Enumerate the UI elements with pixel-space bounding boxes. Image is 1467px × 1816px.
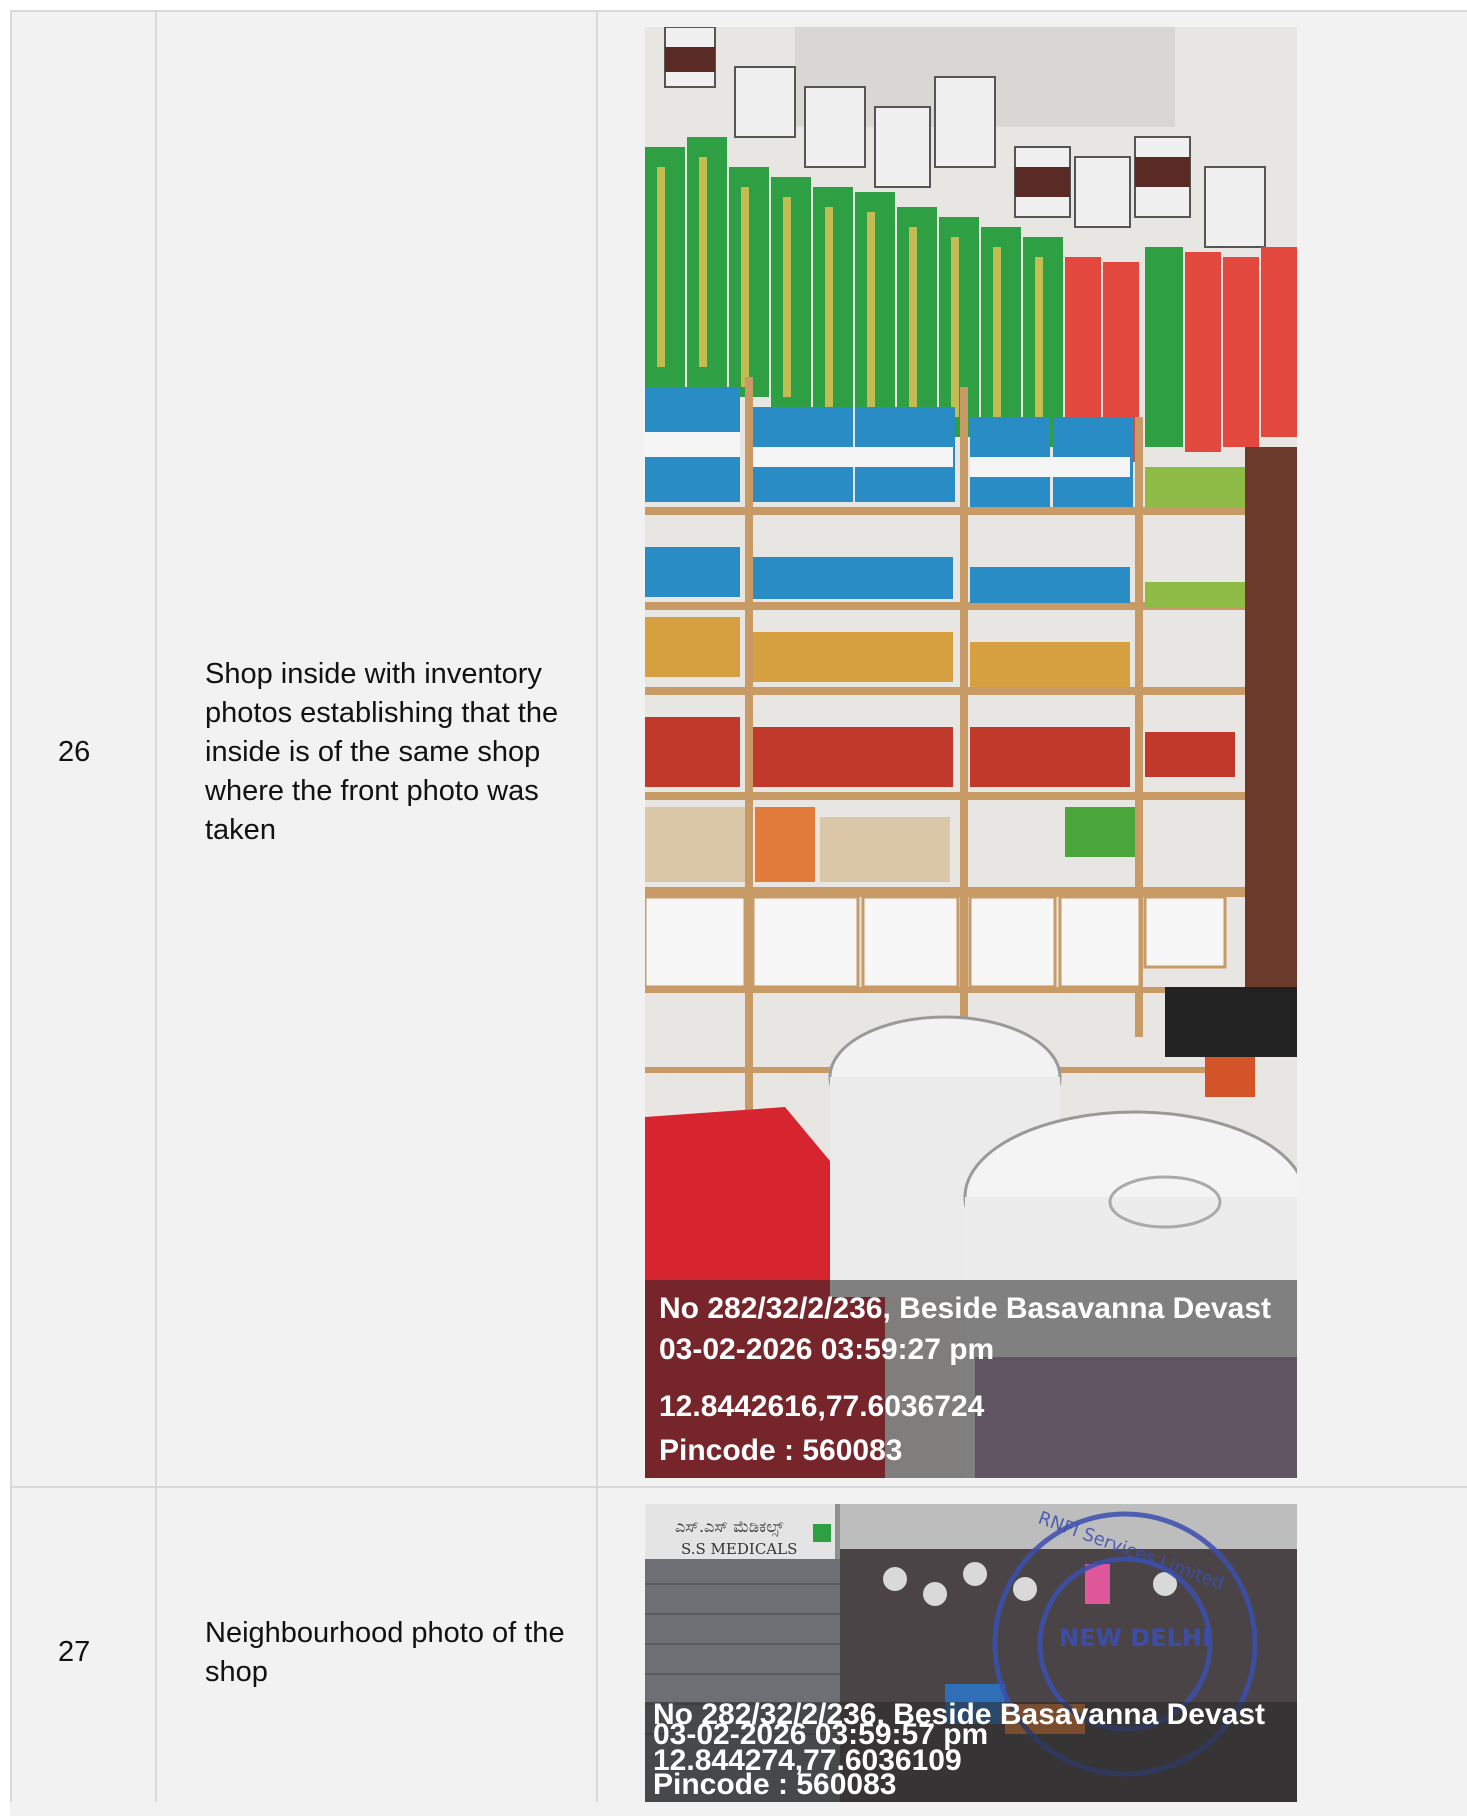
row-number: 27 xyxy=(58,1636,91,1668)
photo-coordinates: 12.8442616,77.6036724 xyxy=(659,1390,985,1423)
stamp-center-text: NEW DELHI xyxy=(1059,1624,1211,1652)
shop-interior-image xyxy=(645,27,1297,1478)
photo-datetime: 03-02-2026 03:59:27 pm xyxy=(659,1333,995,1366)
shop-interior-photo: No 282/32/2/236, Beside Basavanna Devast… xyxy=(645,27,1297,1478)
column-divider xyxy=(155,10,157,1802)
geo-tag-overlay: No 282/32/2/236, Beside Basavanna Devast… xyxy=(645,1280,1297,1478)
row-description: Shop inside with inventory photos establ… xyxy=(205,658,559,846)
photo-pincode: Pincode : 560083 xyxy=(653,1768,897,1801)
column-divider xyxy=(596,10,598,1802)
signboard-text: S.S MEDICALS xyxy=(681,1540,797,1558)
table-border xyxy=(10,10,12,1802)
signboard-kannada-text: ಎಸ್.ಎಸ್ ಮೆಡಿಕಲ್ಸ್ xyxy=(675,1517,784,1537)
photo-pincode: Pincode : 560083 xyxy=(659,1434,903,1467)
row-number: 26 xyxy=(58,736,91,768)
geo-tag-overlay: No 282/32/2/236, Beside Basavanna Devast… xyxy=(645,1702,1297,1802)
neighbourhood-photo: ಎಸ್.ಎಸ್ ಮೆಡಿಕಲ್ಸ್ S.S MEDICALS NEW DELHI… xyxy=(645,1504,1297,1802)
row-description: Neighbourhood photo of the shop xyxy=(205,1617,565,1688)
evidence-table: 26 Shop inside with inventory photos est… xyxy=(0,0,1467,1816)
photo-address: No 282/32/2/236, Beside Basavanna Devast xyxy=(659,1292,1272,1325)
